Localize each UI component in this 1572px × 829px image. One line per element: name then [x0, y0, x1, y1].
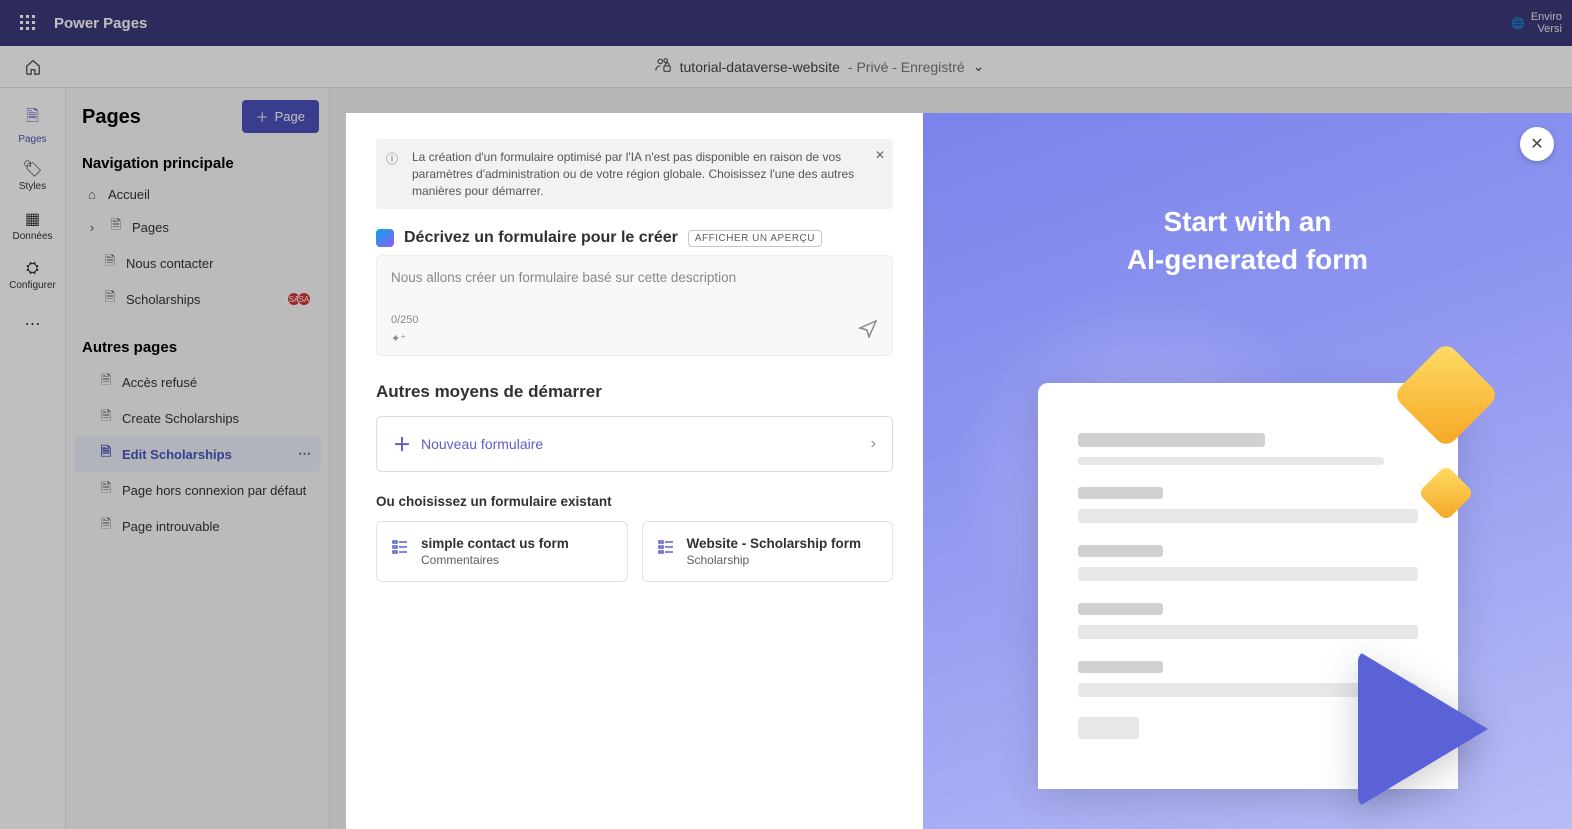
prompt-box[interactable]: Nous allons créer un formulaire basé sur… — [376, 255, 893, 356]
form-modal: ⓘ La création d'un formulaire optimisé p… — [346, 113, 1572, 829]
form-card-title: Website - Scholarship form — [687, 536, 862, 551]
alert-banner: ⓘ La création d'un formulaire optimisé p… — [376, 139, 893, 209]
existing-form-card[interactable]: Website - Scholarship form Scholarship — [642, 521, 894, 582]
modal-right-panel: Start with an AI-generated form ✕ — [923, 113, 1572, 829]
hero-line2: AI-generated form — [1127, 244, 1368, 275]
prompt-placeholder: Nous allons créer un formulaire basé sur… — [391, 270, 878, 296]
preview-badge: AFFICHER UN APERÇU — [688, 230, 822, 247]
existing-form-card[interactable]: simple contact us form Commentaires — [376, 521, 628, 582]
char-counter: 0/250 — [391, 314, 419, 326]
modal-left-panel: ⓘ La création d'un formulaire optimisé p… — [346, 113, 923, 829]
alert-close-icon[interactable]: ✕ — [875, 147, 885, 164]
hero-line1: Start with an — [1163, 206, 1331, 237]
send-icon[interactable] — [858, 318, 878, 341]
hero-heading: Start with an AI-generated form — [1127, 203, 1368, 279]
other-means-heading: Autres moyens de démarrer — [376, 382, 893, 402]
copilot-icon — [376, 229, 394, 247]
describe-title: Décrivez un formulaire pour le créer — [404, 229, 678, 247]
plus-icon: ＋ — [393, 431, 411, 457]
describe-header: Décrivez un formulaire pour le créer AFF… — [376, 229, 893, 247]
form-card-title: simple contact us form — [421, 536, 569, 551]
new-form-label: Nouveau formulaire — [421, 436, 543, 452]
modal-close-button[interactable]: ✕ — [1520, 127, 1554, 161]
form-icon — [657, 538, 675, 567]
alert-text: La création d'un formulaire optimisé par… — [412, 150, 854, 198]
info-icon: ⓘ — [386, 151, 398, 168]
form-icon — [391, 538, 409, 567]
choose-existing-heading: Ou choisissez un formulaire existant — [376, 494, 893, 509]
sparkle-icon[interactable]: ✦⁺ — [391, 332, 419, 345]
play-icon — [1358, 651, 1488, 807]
chevron-right-icon: › — [871, 435, 876, 453]
new-form-button[interactable]: ＋ Nouveau formulaire › — [376, 416, 893, 472]
form-card-subtitle: Commentaires — [421, 553, 569, 567]
form-card-subtitle: Scholarship — [687, 553, 862, 567]
hero-illustration — [1038, 383, 1458, 789]
